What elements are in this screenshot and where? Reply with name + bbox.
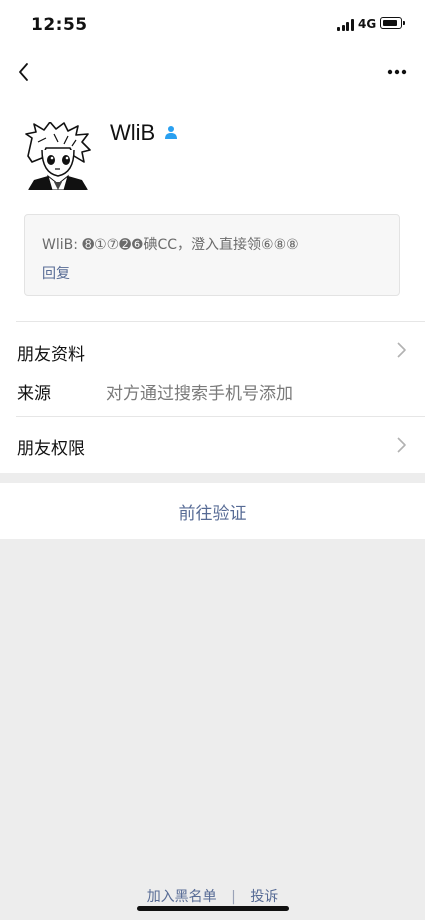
profile-nickname: WliB [110, 120, 156, 145]
source-value: 对方通过搜索手机号添加 [106, 384, 293, 404]
divider [16, 321, 425, 322]
footer-links: 加入黑名单 | 投诉 [0, 886, 425, 906]
verify-button-label: 前往验证 [178, 504, 247, 524]
verify-button[interactable]: 前往验证 [0, 483, 425, 539]
status-bar: 12:55 4G [0, 0, 425, 48]
nav-bar [0, 48, 425, 98]
contact-person-icon [165, 126, 177, 139]
friend-permissions-label: 朋友权限 [17, 439, 85, 459]
home-indicator[interactable] [137, 906, 289, 911]
signal-icon [337, 19, 355, 31]
divider [16, 416, 425, 417]
network-type: 4G [358, 17, 377, 31]
source-label: 来源 [17, 384, 51, 404]
avatar[interactable] [24, 122, 92, 190]
more-icon[interactable] [384, 58, 412, 86]
message-text: WliB: ➑①⑦➋❻碘CC，澄入直接领⑥⑧⑧ [42, 237, 299, 253]
profile-panel: 12:55 4G WliB WliB: ➑①⑦➋❻碘CC，澄入直接领⑥⑧⑧ 回复… [0, 0, 425, 473]
friend-profile-label: 朋友资料 [17, 345, 85, 365]
chevron-right-icon [397, 437, 406, 453]
battery-icon [380, 17, 405, 29]
back-icon[interactable] [12, 58, 40, 86]
verification-message: WliB: ➑①⑦➋❻碘CC，澄入直接领⑥⑧⑧ 回复 [24, 214, 400, 296]
report-link[interactable]: 投诉 [250, 889, 278, 905]
reply-link[interactable]: 回复 [42, 263, 70, 283]
chevron-right-icon [397, 342, 406, 358]
footer-separator: | [231, 889, 236, 905]
blacklist-link[interactable]: 加入黑名单 [147, 889, 217, 905]
status-time: 12:55 [31, 15, 88, 35]
